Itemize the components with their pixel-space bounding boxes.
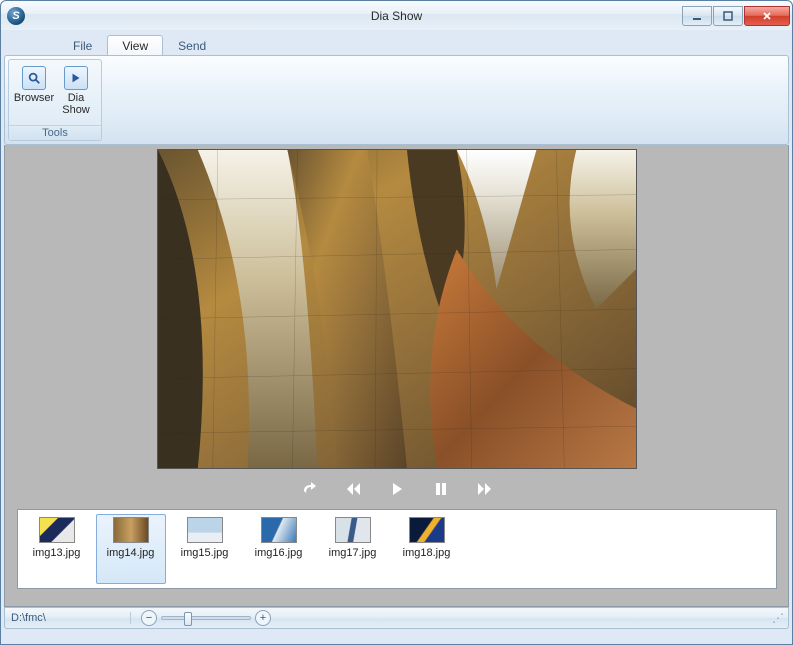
tab-view[interactable]: View bbox=[107, 35, 163, 55]
rewind-icon[interactable] bbox=[343, 479, 363, 499]
thumbnail-label: img13.jpg bbox=[33, 547, 81, 559]
ribbon-group-tools: Browser Dia Show Tools bbox=[8, 59, 102, 141]
diashow-button-label: Dia Show bbox=[57, 92, 95, 116]
pause-icon[interactable] bbox=[431, 479, 451, 499]
zoom-out-button[interactable]: − bbox=[141, 610, 157, 626]
play-icon[interactable] bbox=[387, 479, 407, 499]
zoom-control: − + bbox=[141, 610, 271, 626]
menu-tabs: File View Send bbox=[4, 33, 789, 55]
tab-file[interactable]: File bbox=[59, 36, 106, 55]
forward-icon[interactable] bbox=[475, 479, 495, 499]
tab-send[interactable]: Send bbox=[164, 36, 220, 55]
thumbnail-image bbox=[409, 517, 445, 543]
thumbnail-image bbox=[335, 517, 371, 543]
diashow-button[interactable]: Dia Show bbox=[55, 62, 97, 123]
share-icon[interactable] bbox=[299, 479, 319, 499]
thumbnail-item[interactable]: img15.jpg bbox=[170, 514, 240, 584]
ribbon: Browser Dia Show Tools bbox=[4, 55, 789, 145]
main-image bbox=[158, 150, 636, 468]
thumbnail-label: img17.jpg bbox=[329, 547, 377, 559]
thumbnail-label: img14.jpg bbox=[107, 547, 155, 559]
thumbnail-item[interactable]: img18.jpg bbox=[392, 514, 462, 584]
thumbnail-item[interactable]: img13.jpg bbox=[22, 514, 92, 584]
window-frame: File View Send Browser Dia Show To bbox=[0, 30, 793, 645]
playback-controls bbox=[299, 479, 495, 499]
play-slide-icon bbox=[64, 66, 88, 90]
browser-button[interactable]: Browser bbox=[13, 62, 55, 123]
thumbnail-label: img15.jpg bbox=[181, 547, 229, 559]
thumbnail-image bbox=[113, 517, 149, 543]
zoom-slider[interactable] bbox=[161, 616, 251, 620]
maximize-button[interactable] bbox=[713, 6, 743, 26]
resize-grip-icon[interactable]: ⋰ bbox=[772, 611, 782, 625]
window-title: Dia Show bbox=[371, 9, 422, 23]
thumbnail-image bbox=[261, 517, 297, 543]
image-viewer bbox=[157, 149, 637, 469]
thumbnail-item[interactable]: img16.jpg bbox=[244, 514, 314, 584]
magnifier-icon bbox=[22, 66, 46, 90]
browser-button-label: Browser bbox=[14, 92, 54, 104]
thumbnail-label: img18.jpg bbox=[403, 547, 451, 559]
zoom-slider-thumb[interactable] bbox=[184, 612, 192, 626]
ribbon-group-label: Tools bbox=[9, 125, 101, 140]
titlebar: S Dia Show bbox=[0, 0, 793, 30]
zoom-in-button[interactable]: + bbox=[255, 610, 271, 626]
thumbnail-image bbox=[187, 517, 223, 543]
thumbnail-item[interactable]: img17.jpg bbox=[318, 514, 388, 584]
thumbnail-label: img16.jpg bbox=[255, 547, 303, 559]
app-icon: S bbox=[7, 7, 25, 25]
thumbnail-item[interactable]: img14.jpg bbox=[96, 514, 166, 584]
window-controls bbox=[682, 6, 790, 26]
status-path: D:\fmc\ bbox=[11, 612, 131, 624]
thumbnail-image bbox=[39, 517, 75, 543]
main-viewer-area: img13.jpg img14.jpg img15.jpg img16.jpg … bbox=[4, 145, 789, 607]
statusbar: D:\fmc\ − + ⋰ bbox=[4, 607, 789, 629]
minimize-button[interactable] bbox=[682, 6, 712, 26]
close-button[interactable] bbox=[744, 6, 790, 26]
thumbnail-strip: img13.jpg img14.jpg img15.jpg img16.jpg … bbox=[17, 509, 777, 589]
